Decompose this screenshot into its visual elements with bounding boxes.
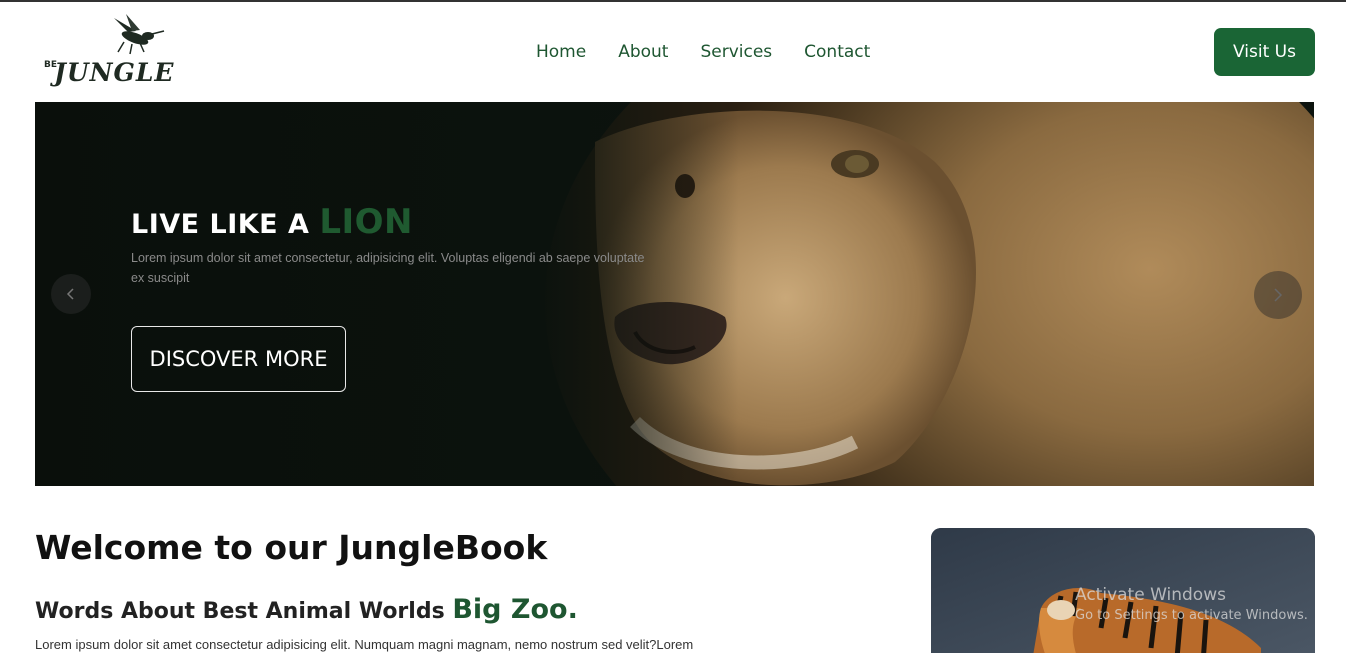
about-paragraph: Lorem ipsum dolor sit amet consectetur a…	[35, 637, 694, 652]
carousel-next-button[interactable]	[1254, 271, 1302, 319]
carousel-prev-button[interactable]	[51, 274, 91, 314]
hero-carousel: LIVE LIKE A LION Lorem ipsum dolor sit a…	[35, 102, 1314, 486]
chevron-right-icon	[1274, 288, 1283, 302]
navbar: BE JUNGLE Home About Services Contact Vi…	[0, 2, 1346, 102]
welcome-heading: Welcome to our JungleBook	[35, 528, 548, 567]
chevron-left-icon	[66, 288, 74, 300]
lion-hero-image	[35, 102, 1314, 486]
about-subheading-accent: Big Zoo.	[452, 594, 578, 625]
brand-logo[interactable]: BE JUNGLE	[40, 14, 173, 90]
hero-title: LIVE LIKE A LION	[131, 202, 413, 242]
visit-us-button[interactable]: Visit Us	[1214, 28, 1315, 76]
watermark-line1: Activate Windows	[1075, 585, 1226, 605]
about-subheading-prefix: Words About Best Animal Worlds	[35, 599, 453, 624]
nav-link-about[interactable]: About	[602, 40, 684, 64]
nav-link-services[interactable]: Services	[684, 40, 788, 64]
hero-description: Lorem ipsum dolor sit amet consectetur, …	[131, 251, 645, 285]
watermark-line2: Go to Settings to activate Windows.	[1075, 608, 1308, 623]
nav-link-contact[interactable]: Contact	[788, 40, 886, 64]
activate-windows-watermark: Activate Windows Go to Settings to activ…	[1075, 585, 1308, 623]
about-subheading: Words About Best Animal Worlds Big Zoo.	[35, 594, 578, 625]
hero-title-prefix: LIVE LIKE A	[131, 209, 320, 240]
main-nav: Home About Services Contact	[520, 40, 886, 64]
hero-title-accent: LION	[319, 202, 413, 242]
logo-main-text: JUNGLE	[54, 58, 175, 87]
nav-link-home[interactable]: Home	[520, 40, 602, 64]
discover-more-button[interactable]: DISCOVER MORE	[131, 326, 346, 392]
